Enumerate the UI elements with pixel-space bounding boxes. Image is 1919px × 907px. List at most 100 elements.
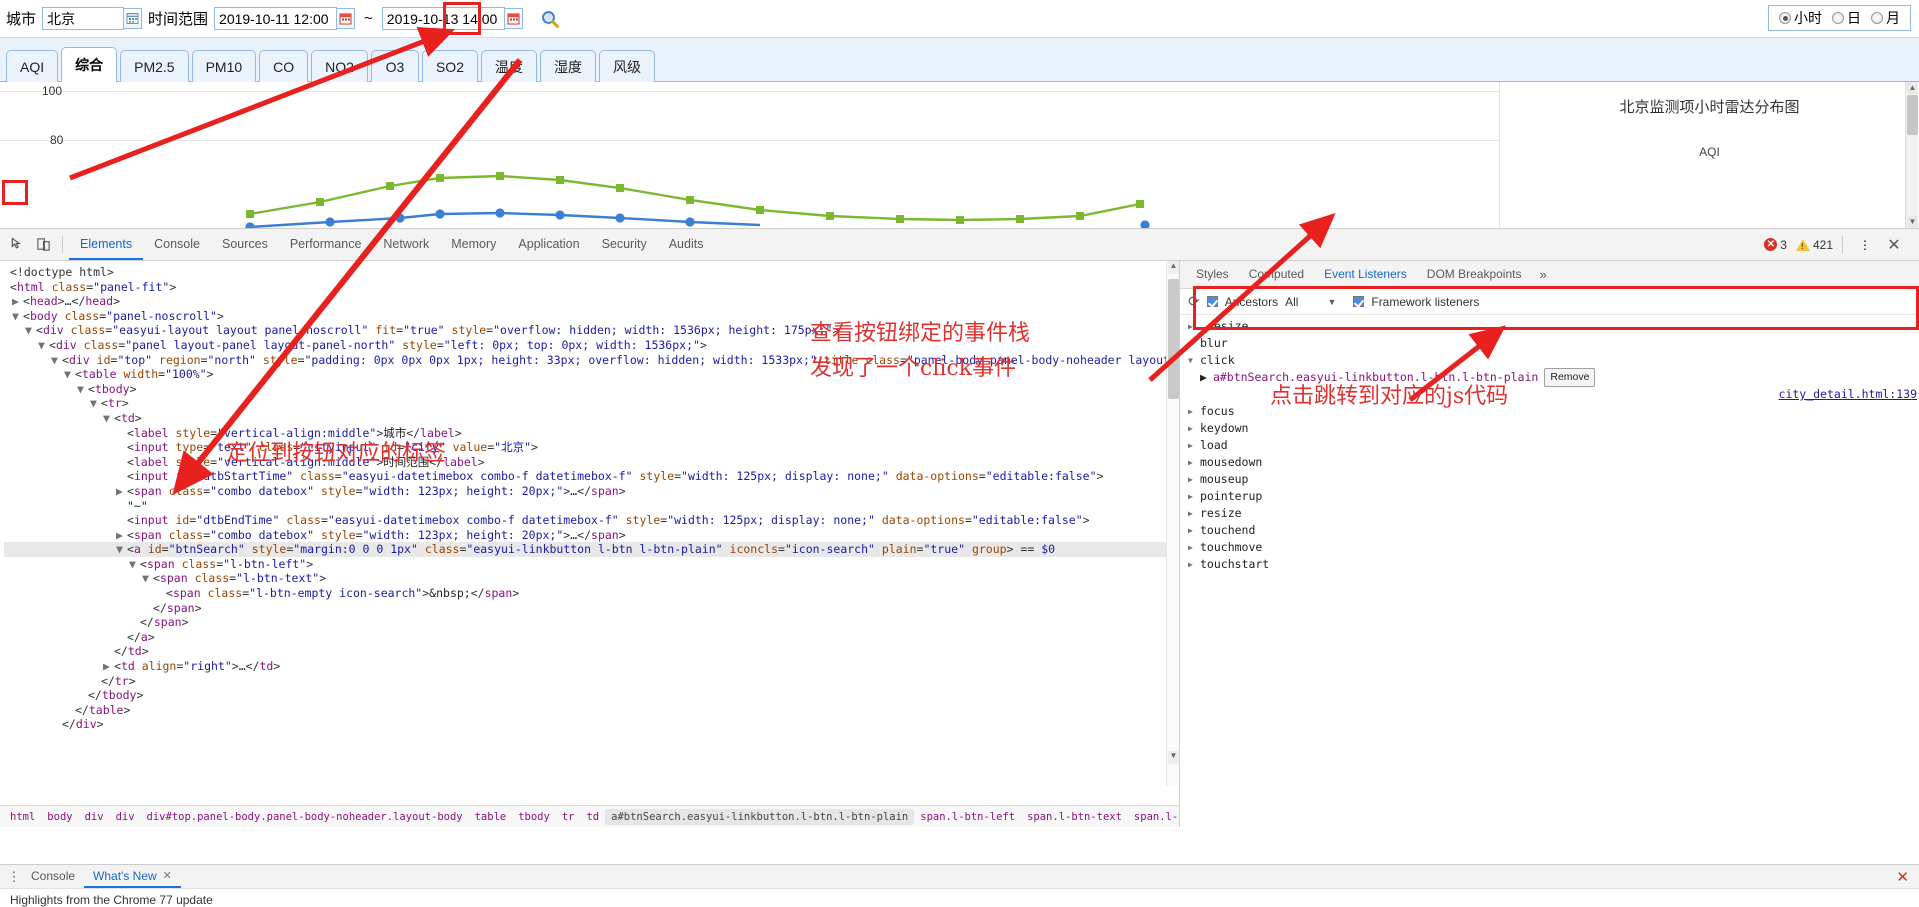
drawer-tab-bar[interactable]: ⋮ Console What's New ✕ ✕: [0, 865, 1919, 889]
event-listener-row[interactable]: ▶ pointerup: [1184, 488, 1919, 505]
granularity-option-month[interactable]: 月: [1871, 8, 1900, 28]
triangle-right-icon[interactable]: ▶: [1188, 437, 1197, 454]
devtools-tab-performance[interactable]: Performance: [279, 229, 373, 260]
dom-line[interactable]: </tr>: [4, 674, 1179, 689]
dom-line[interactable]: ▼ <div class="panel layout-panel layout-p…: [4, 338, 1179, 353]
breadcrumb-item[interactable]: span.l-btn-text: [1021, 809, 1128, 825]
tab-CO[interactable]: CO: [259, 50, 309, 82]
dom-line[interactable]: ▼ <tbody>: [4, 382, 1179, 397]
device-toolbar-icon[interactable]: [30, 232, 56, 258]
end-time-combo[interactable]: [381, 7, 523, 30]
dom-line[interactable]: ▼ <body class="panel-noscroll">: [4, 309, 1179, 324]
listener-source-link[interactable]: city_detail.html:139: [1184, 386, 1919, 403]
dom-line[interactable]: ▼ <tr>: [4, 396, 1179, 411]
triangle-right-icon[interactable]: ▶: [1188, 505, 1197, 522]
triangle-down-icon[interactable]: ▼: [1188, 352, 1197, 369]
breadcrumb-item[interactable]: html: [4, 809, 41, 825]
triangle-right-icon[interactable]: ▶: [1188, 488, 1197, 505]
dom-line[interactable]: <html class="panel-fit">: [4, 280, 1179, 295]
dom-line[interactable]: <span class="l-btn-empty icon-search">&n…: [4, 586, 1179, 601]
dom-line[interactable]: ▼ <div class="easyui-layout layout panel-…: [4, 323, 1179, 338]
dom-line[interactable]: ▼ <table width="100%">: [4, 367, 1179, 382]
event-listener-row[interactable]: ▶ load: [1184, 437, 1919, 454]
dom-line[interactable]: ▼ <div id="top" region="north" style="pad…: [4, 353, 1179, 368]
tab-O3[interactable]: O3: [370, 50, 419, 82]
end-time-input[interactable]: [381, 7, 505, 30]
breadcrumb-item[interactable]: tbody: [512, 809, 556, 825]
sidebar-tab-computed[interactable]: Computed: [1239, 261, 1314, 288]
triangle-right-icon[interactable]: ▶: [1188, 556, 1197, 573]
event-listener-row[interactable]: ▶ keydown: [1184, 420, 1919, 437]
error-badge[interactable]: ✕ 3: [1764, 238, 1787, 252]
tab-PM10[interactable]: PM10: [191, 50, 257, 82]
dom-line[interactable]: <label style="vertical-align:middle">时间范…: [4, 455, 1179, 470]
dom-line[interactable]: ▼ <td>: [4, 411, 1179, 426]
dom-line[interactable]: <input id="dtbEndTime" class="easyui-dat…: [4, 513, 1179, 528]
event-listeners-list[interactable]: ▶ _resize ▶ blur ▼ click ▶ a#btnSearch.easyui-l…: [1180, 315, 1919, 573]
dom-line[interactable]: ▶ <head>…</head>: [4, 294, 1179, 309]
dom-line[interactable]: ▶ <span class="combo datebox" style="widt…: [4, 484, 1179, 499]
triangle-right-icon[interactable]: ▶: [1188, 403, 1197, 420]
tab-AQI[interactable]: AQI: [6, 50, 59, 82]
event-listener-row[interactable]: ▶ blur: [1184, 335, 1919, 352]
warning-badge[interactable]: 421: [1795, 238, 1833, 252]
event-listener-row[interactable]: ▶ touchend: [1184, 522, 1919, 539]
dom-line[interactable]: ▼ <span class="l-btn-left">: [4, 557, 1179, 572]
pollutant-tab-bar[interactable]: AQI 综合 PM2.5 PM10 CO NO2 O3 SO2 温度 湿度 风级: [0, 38, 1919, 82]
dom-line[interactable]: ▶ <span class="combo datebox" style="widt…: [4, 528, 1179, 543]
event-listener-row[interactable]: ▶ mouseup: [1184, 471, 1919, 488]
dom-line[interactable]: </tbody>: [4, 688, 1179, 703]
devtools-tab-audits[interactable]: Audits: [658, 229, 715, 260]
event-listener-row[interactable]: ▶ _resize: [1184, 318, 1919, 335]
dom-tree[interactable]: <!doctype html> <html class="panel-fit"> ▶…: [0, 261, 1179, 786]
close-icon[interactable]: ✕: [1881, 232, 1907, 258]
sidebar-tab-styles[interactable]: Styles: [1186, 261, 1239, 288]
dom-line[interactable]: <!doctype html>: [4, 265, 1179, 280]
start-time-combo[interactable]: [214, 7, 356, 30]
dom-line[interactable]: </td>: [4, 644, 1179, 659]
triangle-right-icon[interactable]: ▶: [1188, 335, 1197, 352]
dom-line[interactable]: </table>: [4, 703, 1179, 718]
dom-line[interactable]: <input id="dtbStartTime" class="easyui-d…: [4, 469, 1179, 484]
event-listener-detail[interactable]: ▶ a#btnSearch.easyui-linkbutton.l-btn.l-b…: [1184, 368, 1919, 387]
dom-line[interactable]: </span>: [4, 601, 1179, 616]
radio-month-icon[interactable]: [1871, 12, 1883, 24]
breadcrumb-item[interactable]: td: [580, 809, 605, 825]
dom-scrollbar-thumb[interactable]: [1168, 279, 1179, 399]
sidebar-tab-dom-breakpoints[interactable]: DOM Breakpoints: [1417, 261, 1532, 288]
framework-listeners-checkbox[interactable]: [1353, 296, 1365, 307]
tab-SO2[interactable]: SO2: [421, 50, 478, 82]
radio-hour-icon[interactable]: [1779, 12, 1791, 24]
sidebar-tab-event-listeners[interactable]: Event Listeners: [1314, 261, 1417, 288]
city-combo[interactable]: [42, 7, 143, 30]
event-listener-row[interactable]: ▼ click: [1184, 352, 1919, 369]
event-listener-row[interactable]: ▶ resize: [1184, 505, 1919, 522]
event-listener-row[interactable]: ▶ touchstart: [1184, 556, 1919, 573]
breadcrumb-item[interactable]: div: [110, 809, 141, 825]
triangle-right-icon[interactable]: ▶: [1188, 318, 1197, 335]
devtools-tab-elements[interactable]: Elements: [69, 229, 144, 260]
drawer-more-vertical-icon[interactable]: ⋮: [6, 869, 22, 885]
more-vertical-icon[interactable]: ⋮: [1852, 232, 1878, 258]
devtools-tab-security[interactable]: Security: [591, 229, 658, 260]
dom-line[interactable]: </div>: [4, 717, 1179, 732]
event-listener-row[interactable]: ▶ mousedown: [1184, 454, 1919, 471]
event-listener-row[interactable]: ▶ touchmove: [1184, 539, 1919, 556]
dom-line[interactable]: </span>: [4, 615, 1179, 630]
tab-综合[interactable]: 综合: [61, 47, 118, 82]
devtools-tab-network[interactable]: Network: [372, 229, 440, 260]
breadcrumb-item[interactable]: a#btnSearch.easyui-linkbutton.l-btn.l-bt…: [605, 808, 915, 825]
devtools-tab-application[interactable]: Application: [507, 229, 590, 260]
devtools-tab-bar[interactable]: Elements Console Sources Performance Network…: [69, 229, 714, 260]
devtools-tab-console[interactable]: Console: [143, 229, 211, 260]
breadcrumb-item[interactable]: div#top.panel-body.panel-body-noheader.l…: [141, 809, 469, 825]
triangle-right-icon[interactable]: ▶: [1188, 454, 1197, 471]
granularity-radio-group[interactable]: 小时 日 月: [1768, 5, 1911, 31]
drawer-tab-whats-new[interactable]: What's New ✕: [84, 865, 181, 888]
refresh-icon[interactable]: ⟳: [1188, 293, 1200, 310]
search-button[interactable]: [532, 5, 567, 32]
triangle-right-icon[interactable]: ▶: [1188, 420, 1197, 437]
dom-scroll-down-icon[interactable]: ▼: [1168, 751, 1179, 764]
city-input[interactable]: [42, 7, 125, 30]
dom-line[interactable]: ▶ <td align="right">…</td>: [4, 659, 1179, 674]
